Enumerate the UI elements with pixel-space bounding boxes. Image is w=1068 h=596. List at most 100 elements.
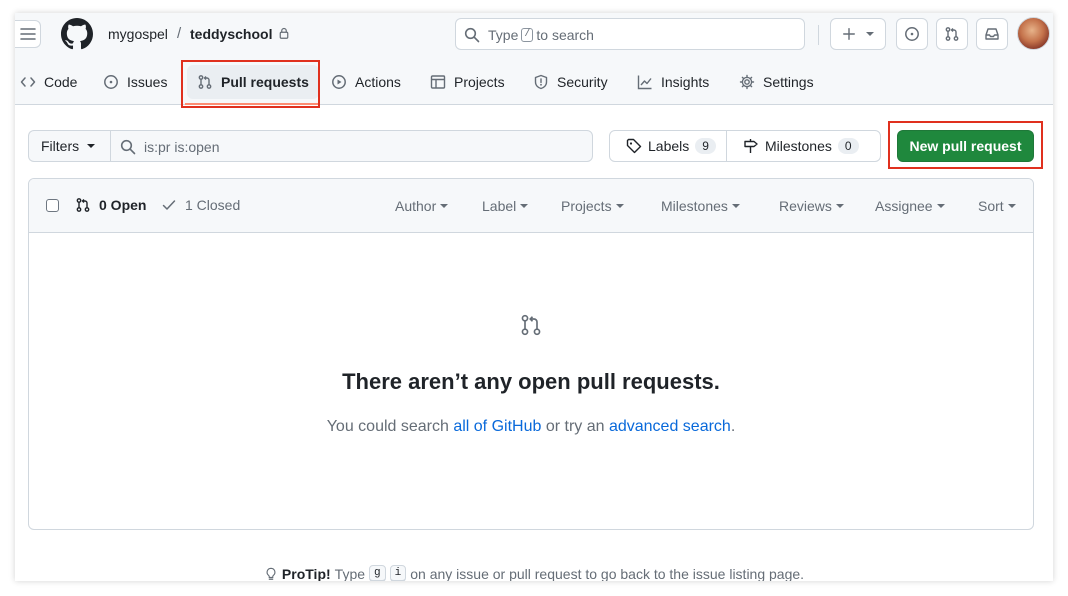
empty-state: There aren’t any open pull requests. You… xyxy=(29,233,1033,529)
menu-button[interactable] xyxy=(15,20,41,48)
check-icon xyxy=(162,200,176,210)
tab-insights[interactable]: Insights xyxy=(637,65,709,99)
filter-label: Assignee xyxy=(875,198,933,214)
repo-owner-link[interactable]: mygospel xyxy=(108,26,168,42)
search-icon xyxy=(120,139,136,155)
hamburger-icon xyxy=(19,28,36,40)
protip-text-2: on any issue or pull request to go back … xyxy=(410,565,805,582)
labels-count: 9 xyxy=(695,138,716,154)
filters-dropdown-button[interactable]: Filters xyxy=(28,130,111,162)
tab-issues[interactable]: Issues xyxy=(103,65,167,99)
filter-search-input[interactable]: is:pr is:open xyxy=(110,130,593,162)
protip: ProTip! Type g i on any issue or pull re… xyxy=(15,565,1053,581)
lock-icon xyxy=(278,27,290,39)
protip-text-1: Type xyxy=(334,565,366,582)
empty-text-middle: or try an xyxy=(541,418,609,435)
labels-button[interactable]: Labels 9 xyxy=(610,131,726,161)
filter-label: Sort xyxy=(978,198,1004,214)
github-logo-icon[interactable] xyxy=(61,18,93,50)
global-search-input[interactable]: Type / to search xyxy=(455,18,805,50)
milestones-label: Milestones xyxy=(764,138,832,154)
all-of-github-link[interactable]: all of GitHub xyxy=(453,418,541,435)
filter-label: Projects xyxy=(561,198,612,214)
filter-label: Author xyxy=(395,198,437,214)
pull-requests-button[interactable] xyxy=(936,18,968,50)
highlight-box-pull-requests xyxy=(181,60,320,108)
plus-icon xyxy=(843,28,855,40)
search-hotkey: / xyxy=(521,28,534,42)
pull-request-list: 0 Open 1 Closed Author Label Projects Mi… xyxy=(28,178,1034,530)
tab-actions[interactable]: Actions xyxy=(331,65,401,99)
graph-icon xyxy=(637,75,652,90)
repo-header: mygospel / teddyschool Type / to search xyxy=(15,13,1053,105)
breadcrumb-separator: / xyxy=(177,25,182,42)
milestones-filter[interactable]: Milestones xyxy=(661,198,740,214)
label-filter[interactable]: Label xyxy=(482,198,529,214)
shield-icon xyxy=(534,74,548,90)
closed-filter-link[interactable]: 1 Closed xyxy=(161,197,240,213)
empty-state-text: You could search all of GitHub or try an… xyxy=(29,418,1033,436)
git-pull-request-icon xyxy=(519,313,543,337)
advanced-search-link[interactable]: advanced search xyxy=(609,418,731,435)
play-icon xyxy=(332,75,346,89)
tab-label: Code xyxy=(44,74,78,90)
light-bulb-icon xyxy=(266,567,276,580)
select-all-checkbox[interactable] xyxy=(46,199,59,212)
chevron-down-icon xyxy=(520,204,529,208)
closed-count-label: 1 Closed xyxy=(185,197,241,213)
tab-projects[interactable]: Projects xyxy=(430,65,505,99)
repo-name-link[interactable]: teddyschool xyxy=(190,26,272,42)
projects-filter[interactable]: Projects xyxy=(561,198,624,214)
tab-label: Insights xyxy=(661,74,710,90)
tab-security[interactable]: Security xyxy=(533,65,608,99)
milestones-button[interactable]: Milestones 0 xyxy=(725,131,869,161)
labels-label: Labels xyxy=(648,138,690,154)
search-icon xyxy=(464,27,480,43)
issue-opened-icon xyxy=(104,75,118,89)
issue-opened-icon xyxy=(905,27,919,41)
table-icon xyxy=(430,75,446,89)
inbox-icon xyxy=(985,28,999,40)
repo-tabs: Code Issues Pull requests Actions Projec… xyxy=(15,65,1053,105)
empty-text-before: You could search xyxy=(326,418,454,435)
labels-milestones-group: Labels 9 Milestones 0 xyxy=(609,130,881,162)
create-new-button[interactable] xyxy=(830,18,886,50)
browser-page: mygospel / teddyschool Type / to search xyxy=(15,13,1053,581)
filters-label: Filters xyxy=(41,138,80,154)
chevron-down-icon xyxy=(615,204,624,208)
user-avatar[interactable] xyxy=(1017,17,1050,50)
tab-settings[interactable]: Settings xyxy=(739,65,814,99)
chevron-down-icon xyxy=(835,204,844,208)
chevron-down-icon xyxy=(87,144,96,148)
milestones-count: 0 xyxy=(837,138,859,154)
reviews-filter[interactable]: Reviews xyxy=(779,198,844,214)
inbox-button[interactable] xyxy=(976,18,1008,50)
code-icon xyxy=(20,77,36,87)
search-placeholder-prefix: Type xyxy=(488,27,519,43)
header-divider xyxy=(818,25,819,45)
highlight-box-new-pull-request xyxy=(888,121,1043,169)
assignee-filter[interactable]: Assignee xyxy=(875,198,945,214)
search-placeholder: Type / to search xyxy=(488,27,594,43)
git-pull-request-icon xyxy=(76,198,90,212)
chevron-down-icon xyxy=(866,32,874,36)
filter-query-value: is:pr is:open xyxy=(144,139,220,155)
chevron-down-icon xyxy=(731,204,740,208)
tab-label: Settings xyxy=(763,74,814,90)
tab-label: Security xyxy=(557,74,608,90)
gear-icon xyxy=(739,74,755,90)
empty-text-after: . xyxy=(730,418,736,435)
tab-code[interactable]: Code xyxy=(20,65,77,99)
chevron-down-icon xyxy=(440,204,449,208)
sort-filter[interactable]: Sort xyxy=(978,198,1016,214)
filter-label: Milestones xyxy=(661,198,728,214)
list-header: 0 Open 1 Closed Author Label Projects Mi… xyxy=(29,179,1033,233)
open-filter-link[interactable]: 0 Open xyxy=(75,197,146,213)
author-filter[interactable]: Author xyxy=(395,198,449,214)
filter-label: Label xyxy=(482,198,517,214)
git-pull-request-icon xyxy=(945,27,959,41)
chevron-down-icon xyxy=(936,204,945,208)
issues-button[interactable] xyxy=(896,18,928,50)
open-count-label: 0 Open xyxy=(99,197,147,213)
chevron-down-icon xyxy=(1007,204,1016,208)
